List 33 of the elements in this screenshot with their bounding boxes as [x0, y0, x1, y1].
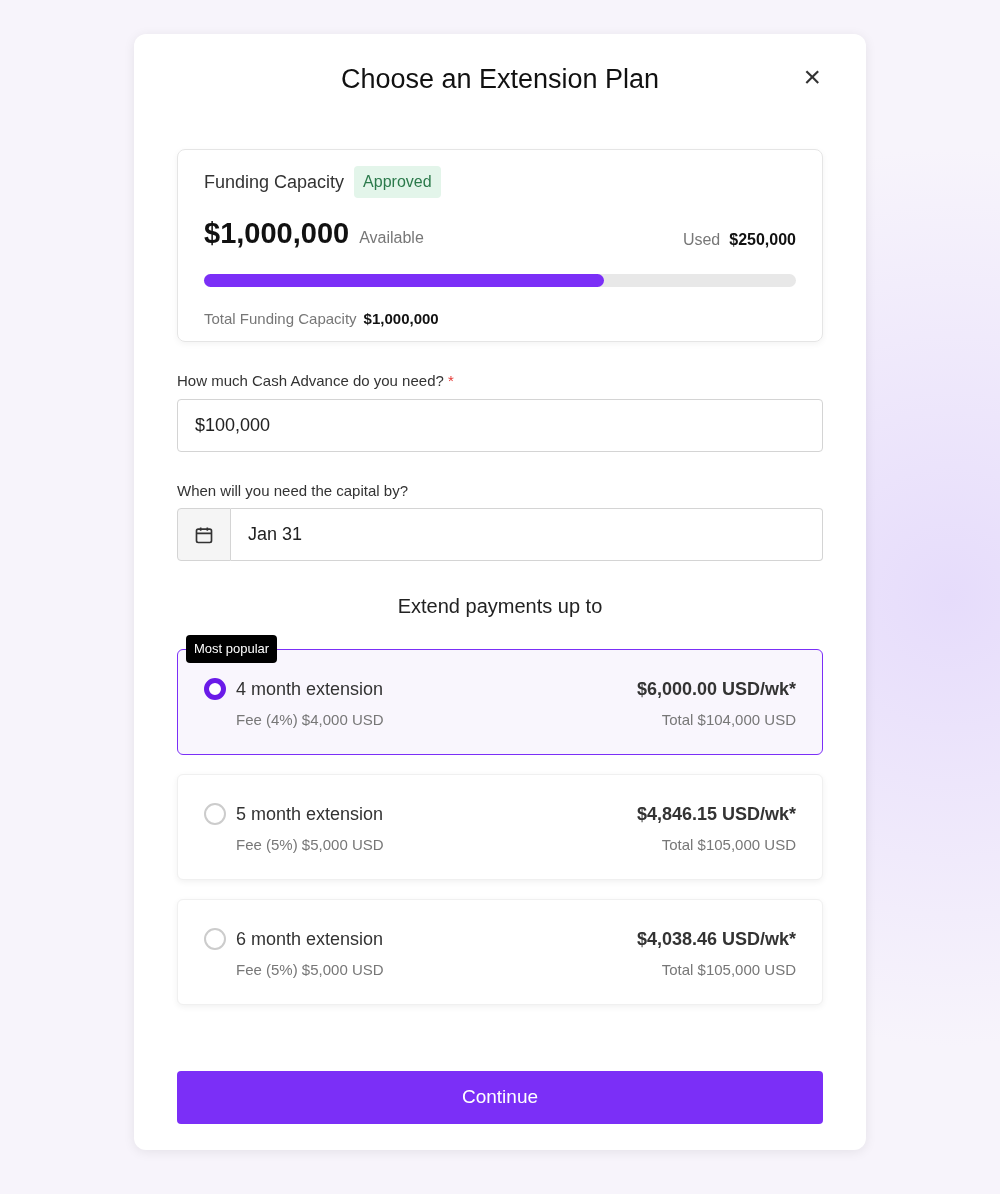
total-amount: $1,000,000: [363, 308, 439, 329]
weekly-rate: $6,000.00 USD/wk*: [636, 678, 796, 701]
plan-total: Total $105,000 USD: [661, 835, 796, 855]
continue-button[interactable]: Continue: [177, 1071, 823, 1124]
plan-name: 6 month extension: [236, 928, 384, 951]
available-amount: $1,000,000: [204, 216, 350, 251]
section-title: Extend payments up to: [397, 594, 603, 619]
used-label: Used: [682, 229, 721, 250]
available-label: Available: [359, 228, 424, 248]
dialog-title: Choose an Extension Plan: [340, 62, 660, 96]
plan-name: 5 month extension: [236, 803, 384, 826]
total-label: Total Funding Capacity: [204, 308, 357, 329]
radio-button[interactable]: [204, 678, 226, 700]
close-button[interactable]: ×: [803, 62, 821, 92]
calendar-addon[interactable]: [177, 508, 231, 561]
card-title: Funding Capacity: [204, 170, 345, 194]
amount-field[interactable]: $100,000: [177, 398, 823, 452]
plan-fee: Fee (5%) $5,000 USD: [236, 960, 384, 980]
plan-total: Total $104,000 USD: [661, 710, 796, 730]
weekly-rate: $4,038.46 USD/wk*: [636, 928, 796, 951]
plan-option[interactable]: 5 month extension Fee (5%) $5,000 USD $4,846.15 USD/wk* Total $105,000 USD: [177, 774, 823, 880]
plan-total: Total $105,000 USD: [661, 960, 796, 980]
plan-name: 4 month extension: [236, 678, 384, 701]
plan-option[interactable]: 6 month extension Fee (5%) $5,000 USD $4,038.46 USD/wk* Total $105,000 USD: [177, 899, 823, 1005]
field-label: When will you need the capital by?: [177, 480, 409, 501]
status-badge: Approved: [354, 166, 441, 198]
weekly-rate: $4,846.15 USD/wk*: [636, 803, 796, 826]
popular-badge: Most popular: [186, 635, 278, 663]
plan-fee: Fee (5%) $5,000 USD: [236, 835, 384, 855]
date-field[interactable]: Jan 31: [231, 508, 823, 561]
field-label: How much Cash Advance do you need? *: [177, 371, 455, 391]
used-amount: $250,000: [729, 229, 796, 250]
plan-fee: Fee (4%) $4,000 USD: [236, 710, 384, 730]
